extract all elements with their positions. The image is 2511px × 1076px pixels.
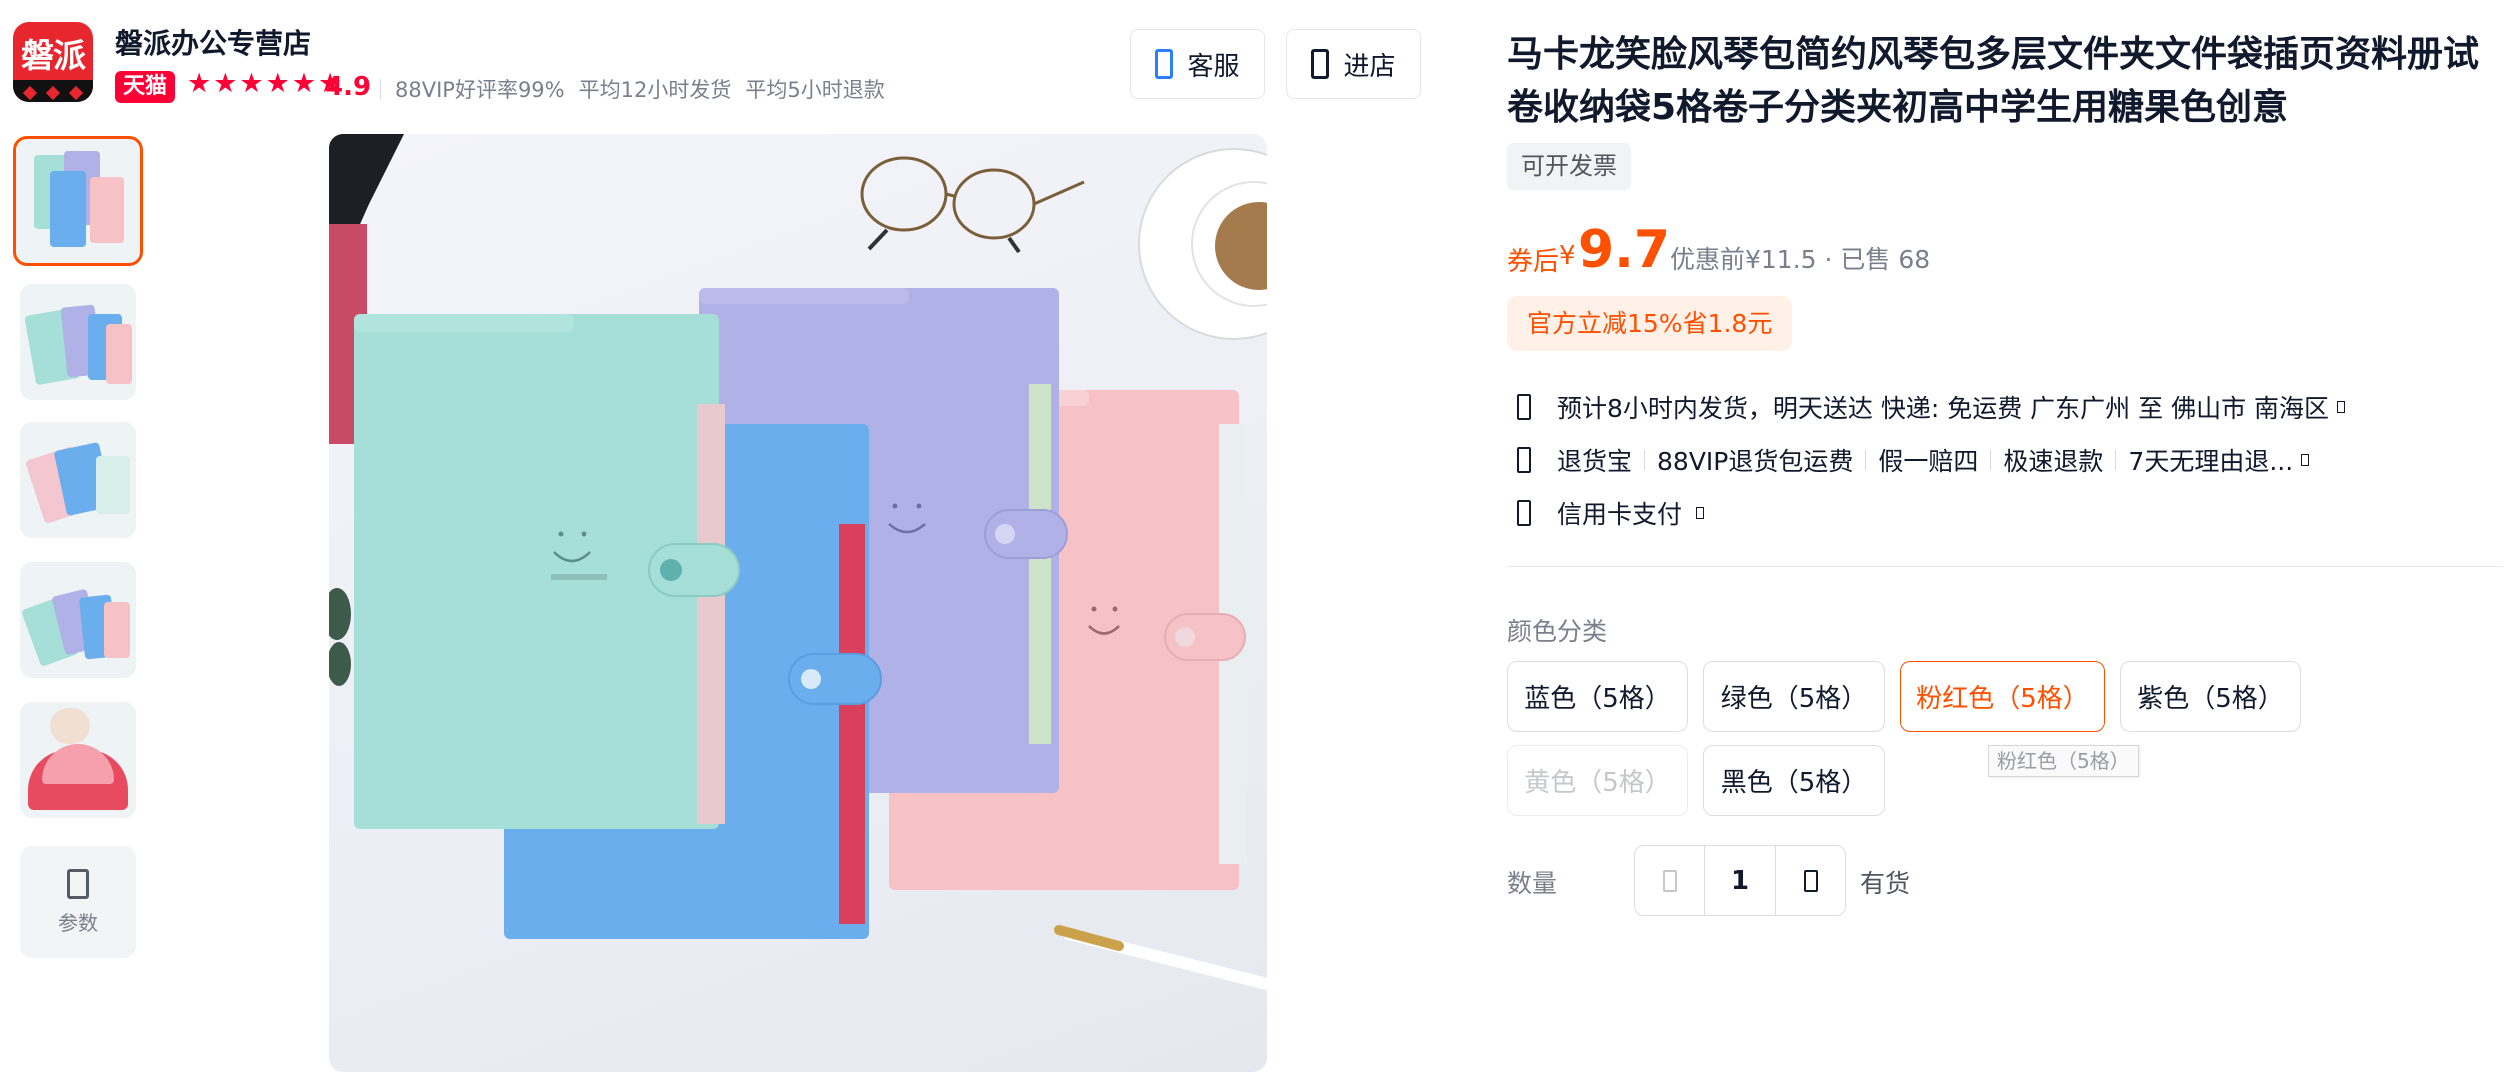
delivery-row[interactable]: 预计8小时内发货，明天送达 快递: 免运费 广东广州 至 佛山市 南海区 (1517, 389, 2346, 425)
credit-card-icon (1517, 500, 1531, 526)
quantity-increase-button[interactable] (1775, 846, 1845, 915)
parameters-button[interactable]: 参数 (20, 846, 136, 958)
product-photo (329, 134, 1267, 990)
guarantee-vip-return: 88VIP退货包运费 (1657, 447, 1854, 476)
stat-good-rate: 88VIP好评率99% (395, 78, 565, 102)
thumbnail-3[interactable] (20, 422, 136, 538)
guarantee-return-insurance: 退货宝 (1557, 447, 1633, 476)
chevron-right-icon (2337, 401, 2346, 413)
thumbnail-4[interactable] (20, 562, 136, 678)
chat-icon (1155, 49, 1174, 79)
rating-stars: ★★★★★★ (187, 68, 345, 99)
invoice-tag: 可开发票 (1507, 143, 1631, 190)
thumbnail-2[interactable] (20, 284, 136, 400)
payment-row[interactable]: 信用卡支付 (1517, 495, 1705, 531)
parameters-label: 参数 (58, 910, 98, 935)
rating-score: 4.9 (325, 72, 372, 102)
main-product-image[interactable] (329, 134, 1267, 1072)
sku-option-green[interactable]: 绿色（5格） (1703, 661, 1885, 732)
sku-option-yellow: 黄色（5格） (1507, 745, 1688, 816)
price-currency: ¥ (1559, 241, 1576, 271)
shop-logo-base (13, 80, 93, 102)
sku-option-blue[interactable]: 蓝色（5格） (1507, 661, 1688, 732)
shop-stats: 88VIP好评率99% 平均12小时发货 平均5小时退款 (380, 74, 899, 104)
document-icon (67, 868, 89, 899)
product-title: 马卡龙笑脸风琴包简约风琴包多层文件夹文件袋插页资料册试卷收纳袋5格卷子分类夹初高… (1507, 34, 2480, 128)
shop-logo-text: 磐派 (21, 36, 86, 75)
sku-option-black[interactable]: 黑色（5格） (1703, 745, 1885, 816)
guarantee-fake-compensation: 假一赔四 (1878, 447, 1979, 476)
section-divider (1507, 566, 2503, 567)
shield-icon (1517, 447, 1531, 473)
thumbnail-5[interactable] (20, 702, 136, 818)
store-icon (1311, 49, 1330, 79)
shop-name[interactable]: 磐派办公专营店 (115, 22, 311, 62)
thumbnail-1[interactable] (13, 136, 143, 266)
quantity-decrease-button[interactable] (1635, 846, 1705, 915)
guarantee-row[interactable]: 退货宝 88VIP退货包运费 假一赔四 极速退款 7天无理由退... (1517, 442, 2310, 478)
truck-icon (1517, 394, 1531, 420)
shop-logo[interactable]: 磐派 (13, 22, 93, 102)
minus-icon (1662, 869, 1677, 892)
chevron-right-icon (1696, 507, 1705, 519)
chevron-right-icon (2301, 454, 2310, 466)
quantity-value[interactable]: 1 (1705, 846, 1775, 915)
payment-text: 信用卡支付 (1557, 500, 1683, 529)
quantity-label: 数量 (1507, 869, 1558, 898)
stat-ship-time: 平均12小时发货 (578, 78, 732, 102)
enter-shop-button[interactable]: 进店 (1286, 29, 1421, 99)
plus-icon (1803, 869, 1818, 892)
price-prefix: 券后 (1507, 247, 1560, 277)
promo-tag[interactable]: 官方立减15%省1.8元 (1507, 296, 1793, 351)
guarantee-fast-refund: 极速退款 (2003, 447, 2104, 476)
tmall-badge: 天猫 (115, 71, 176, 103)
sku-option-purple[interactable]: 紫色（5格） (2120, 661, 2301, 732)
price-value: 9.7 (1578, 220, 1671, 280)
quantity-stepper[interactable]: 1 (1634, 845, 1846, 916)
delivery-text: 预计8小时内发货，明天送达 快递: 免运费 广东广州 至 佛山市 南海区 (1557, 394, 2330, 423)
enter-shop-label: 进店 (1343, 51, 1396, 82)
stat-refund-time: 平均5小时退款 (745, 78, 885, 102)
sku-option-pink[interactable]: 粉红色（5格） (1900, 661, 2105, 732)
sku-tooltip: 粉红色（5格） (1988, 745, 2139, 777)
guarantee-7day-return: 7天无理由退... (2128, 447, 2294, 476)
stock-status: 有货 (1860, 869, 1911, 898)
customer-service-button[interactable]: 客服 (1130, 29, 1265, 99)
customer-service-label: 客服 (1187, 51, 1240, 82)
sku-color-label: 颜色分类 (1507, 617, 1608, 646)
original-price-sold: 优惠前¥11.5 · 已售 68 (1670, 245, 1931, 274)
